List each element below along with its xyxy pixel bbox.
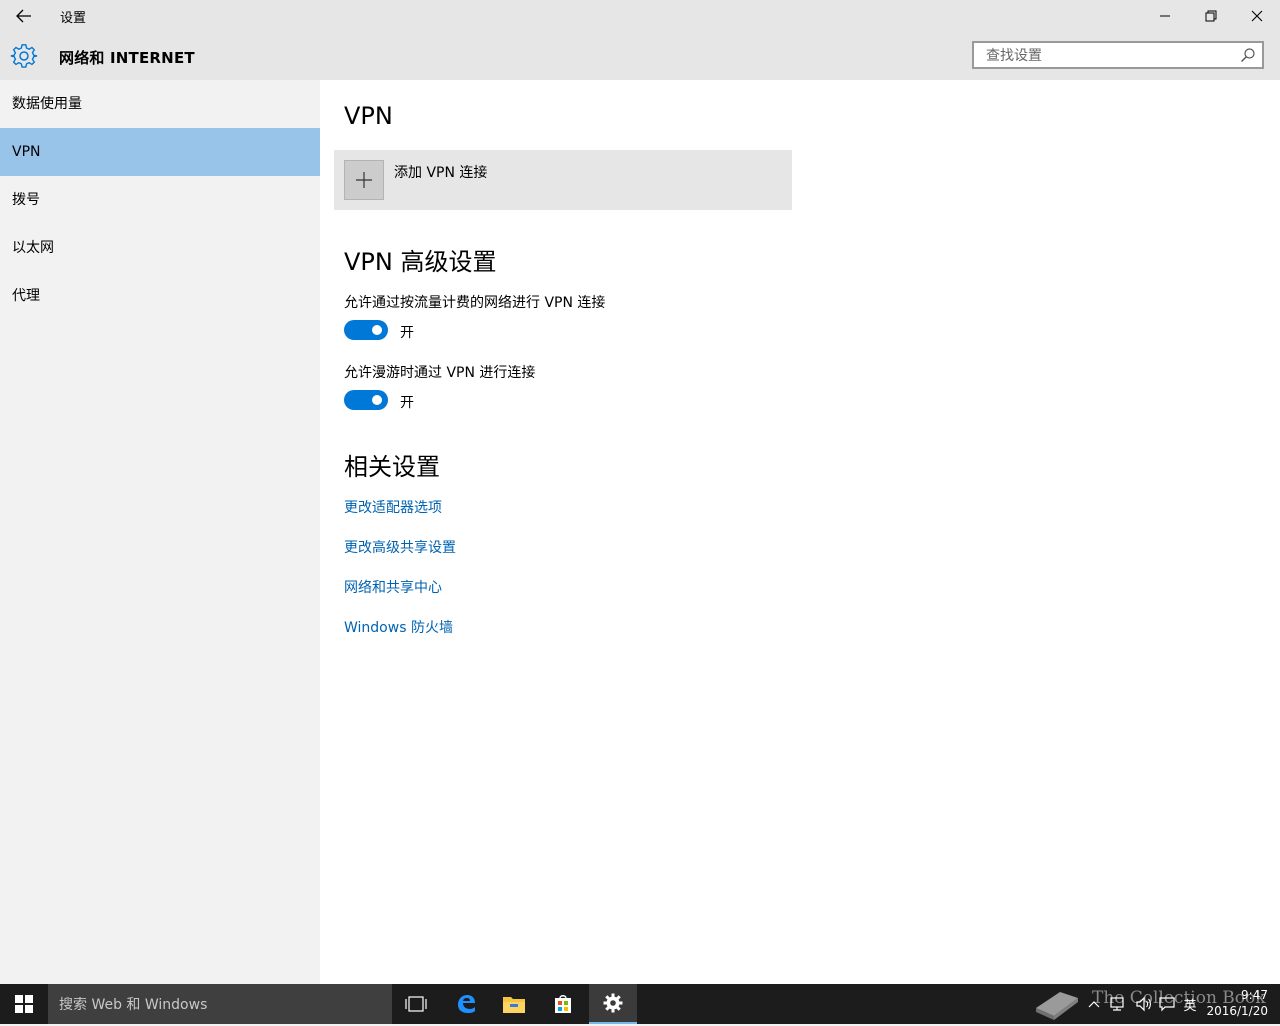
link-advanced-sharing-settings[interactable]: 更改高级共享设置	[344, 537, 456, 557]
restore-button[interactable]	[1188, 0, 1234, 32]
taskbar-search-input[interactable]	[57, 984, 381, 1026]
metered-vpn-toggle-state: 开	[400, 325, 414, 341]
window-title: 设置	[60, 11, 87, 26]
edge-icon	[458, 995, 475, 1013]
task-view-icon	[405, 996, 427, 1012]
back-arrow-icon	[16, 9, 31, 23]
file-explorer-button[interactable]	[490, 984, 538, 1024]
roaming-vpn-toggle[interactable]	[344, 390, 388, 410]
network-icon	[1110, 997, 1124, 1011]
volume-tray-button[interactable]	[1132, 984, 1156, 1024]
sidebar-item-data-usage[interactable]: 数据使用量	[0, 80, 320, 128]
link-windows-firewall[interactable]: Windows 防火墙	[344, 617, 453, 637]
settings-header: 网络和 INTERNET	[0, 32, 1280, 80]
link-network-sharing-center[interactable]: 网络和共享中心	[344, 577, 442, 597]
search-icon[interactable]	[1240, 47, 1256, 63]
title-bar: 设置	[0, 0, 1280, 32]
vpn-advanced-heading: VPN 高级设置	[344, 248, 497, 276]
message-icon	[1159, 997, 1175, 1012]
sidebar-item-vpn[interactable]: VPN	[0, 128, 320, 176]
settings-search[interactable]	[972, 41, 1264, 69]
add-vpn-label: 添加 VPN 连接	[394, 165, 488, 181]
minimize-button[interactable]	[1142, 0, 1188, 32]
volume-icon	[1136, 996, 1151, 1012]
sidebar-item-proxy[interactable]: 代理	[0, 272, 320, 320]
start-button[interactable]	[0, 984, 48, 1024]
link-change-adapter-options[interactable]: 更改适配器选项	[344, 497, 442, 517]
vpn-heading: VPN	[344, 102, 393, 130]
chevron-up-icon	[1088, 1001, 1100, 1008]
taskbar-search[interactable]	[48, 984, 392, 1026]
input-method-indicator[interactable]: 英	[1180, 984, 1200, 1024]
sidebar-nav: 数据使用量 VPN 拨号 以太网 代理	[0, 80, 320, 984]
settings-search-input[interactable]	[984, 43, 1238, 69]
close-icon	[1251, 10, 1263, 22]
close-button[interactable]	[1234, 0, 1280, 32]
sidebar-item-dialup[interactable]: 拨号	[0, 176, 320, 224]
network-tray-button[interactable]	[1106, 984, 1130, 1024]
gear-icon	[10, 44, 38, 68]
clock-date: 2016/1/20	[1206, 1004, 1268, 1018]
windows-logo-icon	[15, 995, 33, 1013]
store-button[interactable]	[539, 984, 587, 1024]
sidebar-item-ethernet[interactable]: 以太网	[0, 224, 320, 272]
file-explorer-icon	[503, 997, 525, 1013]
toggle-knob	[372, 325, 382, 335]
metered-vpn-toggle[interactable]	[344, 320, 388, 340]
related-settings-heading: 相关设置	[344, 453, 440, 481]
task-view-button[interactable]	[392, 984, 440, 1024]
settings-icon	[603, 993, 623, 1013]
restore-icon	[1205, 10, 1217, 22]
roaming-vpn-toggle-state: 开	[400, 395, 414, 411]
back-button[interactable]	[12, 6, 36, 26]
clock-time: 9:47	[1241, 988, 1268, 1002]
section-title: 网络和 INTERNET	[59, 49, 195, 67]
taskbar-clock[interactable]: 9:47 2016/1/20	[1206, 987, 1268, 1019]
action-center-button[interactable]	[1156, 984, 1178, 1024]
toggle-knob	[372, 395, 382, 405]
store-icon	[555, 995, 571, 1013]
show-hidden-icons-button[interactable]	[1084, 984, 1104, 1024]
add-vpn-plus-box	[344, 160, 384, 200]
plus-icon	[356, 172, 372, 188]
roaming-vpn-label: 允许漫游时通过 VPN 进行连接	[344, 365, 536, 381]
taskbar: The Collection Book 英 9:47 2016/1/20	[0, 984, 1280, 1026]
add-vpn-connection-button[interactable]: 添加 VPN 连接	[334, 150, 792, 210]
book-logo-icon	[1036, 992, 1078, 1020]
edge-button[interactable]	[442, 984, 490, 1024]
metered-vpn-label: 允许通过按流量计费的网络进行 VPN 连接	[344, 295, 606, 311]
settings-taskbar-button[interactable]	[589, 984, 637, 1024]
minimize-icon	[1160, 15, 1170, 17]
main-content: VPN 添加 VPN 连接 VPN 高级设置 允许通过按流量计费的网络进行 VP…	[320, 80, 1280, 984]
